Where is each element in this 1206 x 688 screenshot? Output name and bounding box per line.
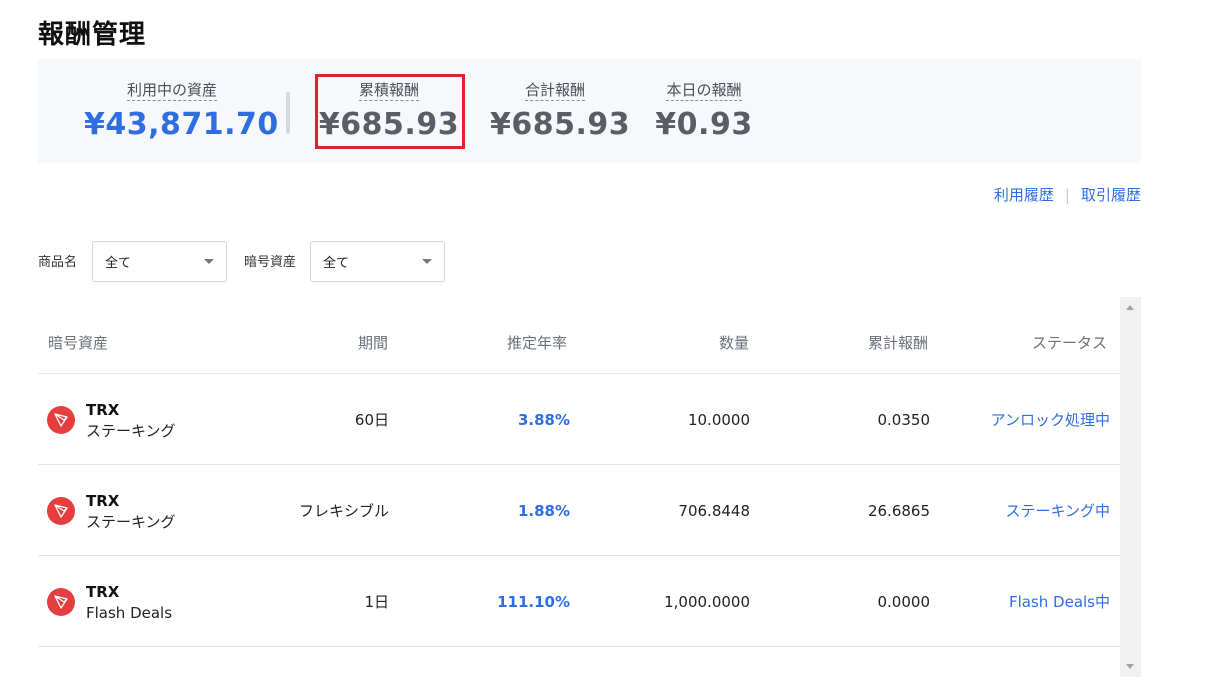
stat-value: ¥0.93 bbox=[655, 107, 753, 142]
summary-panel: 利用中の資産 ¥43,871.70 累積報酬 ¥685.93 合計報酬 ¥685… bbox=[38, 59, 1141, 163]
table-row: TRX ステーキング 60日 3.88% 10.0000 0.0350 アンロッ… bbox=[38, 374, 1120, 465]
cell-cumulative: 26.6865 bbox=[818, 465, 930, 556]
divider bbox=[286, 92, 290, 134]
cell-cumulative: 0.0350 bbox=[818, 374, 931, 465]
cell-amount: 1,000.0000 bbox=[638, 556, 750, 647]
status-value[interactable]: ステーキング中 bbox=[1005, 500, 1110, 521]
period-value: 60日 bbox=[354, 411, 389, 429]
apr-value: 3.88% bbox=[517, 410, 570, 429]
stat-label[interactable]: 合計報酬 bbox=[524, 80, 585, 101]
highlight-box bbox=[315, 74, 465, 149]
reward-management-page: 報酬管理 利用中の資産 ¥43,871.70 累積報酬 ¥685.93 合計報酬… bbox=[0, 0, 1206, 688]
stat-assets-in-use: 利用中の資産 ¥43,871.70 bbox=[84, 59, 279, 142]
trade-history-link[interactable]: 取引履歴 bbox=[1081, 184, 1141, 205]
crypto-filter-select[interactable]: 全て bbox=[310, 241, 445, 282]
link-separator: | bbox=[1064, 185, 1070, 204]
period-value: 1日 bbox=[364, 593, 389, 611]
asset-type: ステーキング bbox=[86, 422, 176, 440]
cell-status: ステーキング中 bbox=[958, 465, 1110, 556]
crypto-filter-label: 暗号資産 bbox=[244, 255, 297, 270]
tron-icon bbox=[47, 497, 75, 525]
header-amount: 数量 bbox=[719, 334, 750, 352]
status-value[interactable]: アンロック処理中 bbox=[991, 409, 1110, 430]
table-header: 暗号資産 期間 推定年率 数量 累計報酬 ステータス bbox=[38, 297, 1120, 374]
usage-history-link[interactable]: 利用履歴 bbox=[994, 184, 1054, 205]
apr-value: 111.10% bbox=[497, 592, 570, 611]
chevron-down-icon bbox=[422, 259, 432, 264]
stat-total-reward: 合計報酬 ¥685.93 bbox=[490, 59, 631, 142]
asset-name: TRX bbox=[86, 492, 120, 510]
header-period: 期間 bbox=[358, 334, 389, 352]
crypto-filter-value: 全て bbox=[323, 256, 350, 271]
cell-apr: 111.10% bbox=[458, 556, 570, 647]
tron-icon bbox=[47, 588, 75, 616]
amount-value: 10.0000 bbox=[687, 410, 750, 429]
cell-apr: 3.88% bbox=[458, 374, 570, 465]
header-cumulative: 累計報酬 bbox=[868, 334, 929, 352]
rewards-table: 暗号資産 期間 推定年率 数量 累計報酬 ステータス TRX ステーキング 60… bbox=[38, 297, 1141, 677]
product-filter-select[interactable]: 全て bbox=[92, 241, 227, 282]
tron-icon bbox=[47, 406, 75, 434]
stat-value: ¥43,871.70 bbox=[84, 107, 279, 142]
status-value[interactable]: Flash Deals中 bbox=[1009, 591, 1110, 612]
apr-value: 1.88% bbox=[517, 501, 570, 520]
page-title: 報酬管理 bbox=[38, 20, 147, 50]
amount-value: 706.8448 bbox=[678, 501, 750, 520]
asset-name: TRX bbox=[86, 583, 120, 601]
cell-status: アンロック処理中 bbox=[958, 374, 1110, 465]
cell-period: フレキシブル bbox=[278, 465, 389, 556]
cell-status: Flash Deals中 bbox=[958, 556, 1110, 647]
cell-period: 1日 bbox=[278, 556, 389, 647]
cumulative-value: 0.0000 bbox=[877, 592, 931, 611]
cumulative-value: 26.6865 bbox=[867, 501, 930, 520]
header-asset: 暗号資産 bbox=[48, 334, 109, 352]
header-apr: 推定年率 bbox=[507, 334, 568, 352]
stat-today-reward: 本日の報酬 ¥0.93 bbox=[654, 59, 754, 142]
chevron-down-icon bbox=[204, 259, 214, 264]
stat-label[interactable]: 利用中の資産 bbox=[126, 80, 217, 101]
cumulative-value: 0.0350 bbox=[877, 410, 931, 429]
cell-amount: 706.8448 bbox=[638, 465, 750, 556]
history-links: 利用履歴 | 取引履歴 bbox=[994, 184, 1141, 205]
cell-cumulative: 0.0000 bbox=[818, 556, 931, 647]
scroll-down-arrow-icon[interactable] bbox=[1126, 664, 1134, 669]
stat-value: ¥685.93 bbox=[490, 107, 631, 142]
cell-amount: 10.0000 bbox=[638, 374, 750, 465]
stat-label[interactable]: 本日の報酬 bbox=[666, 80, 742, 101]
cell-apr: 1.88% bbox=[458, 465, 570, 556]
vertical-scrollbar[interactable] bbox=[1120, 297, 1141, 677]
amount-value: 1,000.0000 bbox=[664, 592, 750, 611]
asset-name: TRX bbox=[86, 401, 120, 419]
product-filter-label: 商品名 bbox=[38, 255, 78, 270]
cell-period: 60日 bbox=[278, 374, 389, 465]
scroll-up-arrow-icon[interactable] bbox=[1126, 305, 1134, 310]
product-filter-value: 全て bbox=[105, 256, 132, 271]
table-row: TRX Flash Deals 1日 111.10% 1,000.0000 0.… bbox=[38, 556, 1120, 647]
asset-type: ステーキング bbox=[86, 513, 176, 531]
period-value: フレキシブル bbox=[298, 502, 389, 520]
header-status: ステータス bbox=[1032, 334, 1108, 352]
table-row: TRX ステーキング フレキシブル 1.88% 706.8448 26.6865… bbox=[38, 465, 1120, 556]
asset-type: Flash Deals bbox=[86, 604, 173, 622]
